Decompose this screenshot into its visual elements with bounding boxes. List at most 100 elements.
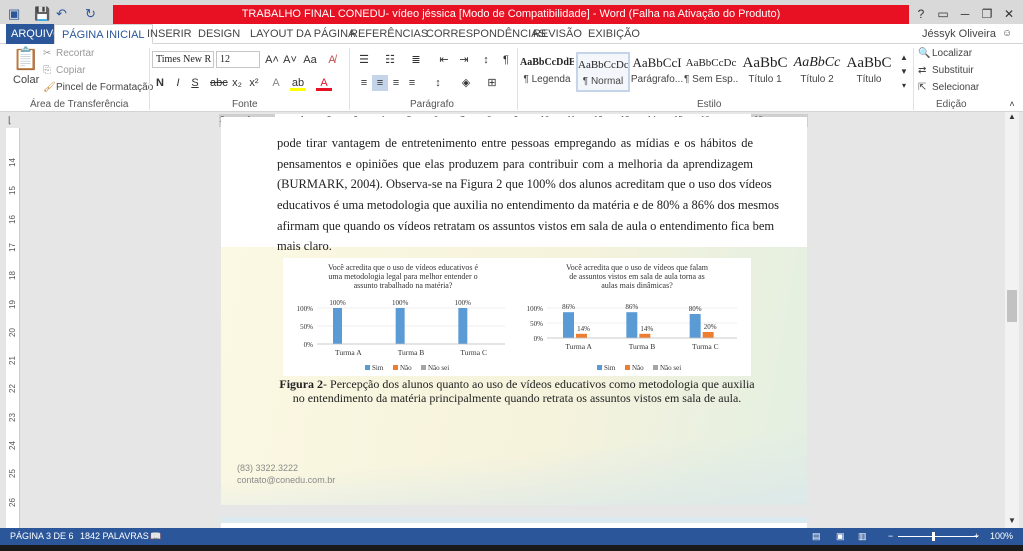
redo-icon[interactable]: ↻ <box>85 6 96 22</box>
format-painter-icon[interactable]: 🖌 <box>43 82 56 93</box>
highlight-icon[interactable]: ab <box>290 75 306 91</box>
figure-caption[interactable]: Figura 2- Percepção dos alunos quanto ao… <box>277 377 757 405</box>
align-center-icon[interactable]: ≡ <box>372 75 388 91</box>
tab-correspondencias[interactable]: CORRESPONDÊNCIAS <box>426 24 546 44</box>
bold-icon[interactable]: N <box>152 75 168 91</box>
shrink-font-icon[interactable]: A˅ <box>282 52 298 68</box>
ribbon-display-icon[interactable]: ▭ <box>932 5 954 23</box>
align-left-icon[interactable]: ≡ <box>356 75 372 91</box>
style-legenda[interactable]: AaBbCcDdE ¶ Legenda <box>520 52 574 92</box>
font-size-box[interactable]: 12 <box>216 51 260 68</box>
font-group-label: Fonte <box>232 99 258 110</box>
print-layout-icon[interactable]: ▣ <box>836 528 845 545</box>
subscript-icon[interactable]: x₂ <box>229 75 245 91</box>
zoom-in-icon[interactable]: + <box>974 528 979 545</box>
scrollbar-thumb[interactable] <box>1007 290 1017 322</box>
save-icon[interactable]: 💾 <box>34 6 50 22</box>
find-icon[interactable]: 🔍 <box>918 48 930 59</box>
sort-icon[interactable]: ↕ <box>478 52 494 68</box>
copy-icon[interactable]: ⎘ <box>43 65 51 76</box>
grow-font-icon[interactable]: A˄ <box>264 52 280 68</box>
underline-icon[interactable]: S <box>187 75 203 91</box>
figure-2-charts[interactable]: Você acredita que o uso de vídeos educat… <box>283 258 751 376</box>
tab-design[interactable]: DESIGN <box>198 24 240 44</box>
paste-button[interactable]: Colar <box>13 74 39 86</box>
zoom-out-icon[interactable]: − <box>888 528 893 545</box>
multilevel-list-icon[interactable]: ≣ <box>408 52 424 68</box>
borders-icon[interactable]: ⊞ <box>484 75 500 91</box>
tab-pagina-inicial[interactable]: PÁGINA INICIAL <box>54 24 153 44</box>
style-normal[interactable]: AaBbCcDc ¶ Normal <box>576 52 630 92</box>
style-preview: AaBbCcI <box>632 55 682 70</box>
page-footer: (83) 3322.3222 contato@conedu.com.br <box>237 462 335 486</box>
avatar-icon[interactable]: ☺ <box>1002 24 1012 44</box>
tab-layout[interactable]: LAYOUT DA PÁGINA <box>250 24 355 44</box>
body-paragraph[interactable]: pode tirar vantagem de entretenimento en… <box>277 133 779 257</box>
ruler-tick-label: 20 <box>7 327 17 337</box>
justify-icon[interactable]: ≡ <box>404 75 420 91</box>
y-tick-label: 100% <box>297 305 314 313</box>
text-effects-icon[interactable]: A <box>268 75 284 91</box>
styles-more-icon[interactable]: ▾ <box>896 78 912 94</box>
tab-exibicao[interactable]: EXIBIÇÃO <box>588 24 640 44</box>
shading-icon[interactable]: ◈ <box>458 75 474 91</box>
select-icon[interactable]: ⇱ <box>918 82 926 93</box>
font-name-box[interactable]: Times New R <box>152 51 214 68</box>
web-layout-icon[interactable]: ▥ <box>858 528 867 545</box>
cut-icon[interactable]: ✂ <box>43 48 51 59</box>
scroll-up-icon[interactable]: ▲ <box>1008 112 1016 121</box>
style-name: Título 1 <box>748 74 782 85</box>
maximize-icon[interactable]: ❐ <box>976 5 998 23</box>
vertical-scrollbar[interactable]: ▲ ▼ <box>1005 112 1019 528</box>
ruler-tick-label: 23 <box>7 412 17 422</box>
scroll-down-icon[interactable]: ▼ <box>1008 516 1016 525</box>
cut-button[interactable]: Recortar <box>56 48 94 59</box>
vertical-ruler[interactable]: 14 15 16 17 18 19 20 21 22 23 24 25 26 <box>6 128 20 528</box>
strikethrough-icon[interactable]: abc <box>210 75 228 91</box>
tab-revisao[interactable]: REVISÃO <box>533 24 582 44</box>
user-name[interactable]: Jéssyk Oliveira <box>922 24 996 44</box>
decrease-indent-icon[interactable]: ⇤ <box>436 52 452 68</box>
replace-button[interactable]: Substituir <box>932 65 974 76</box>
tab-selector-icon[interactable]: ⌊ <box>8 115 12 126</box>
style-sem-espacamento[interactable]: AaBbCcDc ¶ Sem Esp... <box>684 52 738 92</box>
ruler-tick-label: 26 <box>7 497 17 507</box>
style-paragrafo[interactable]: AaBbCcI Parágrafo... <box>630 52 684 92</box>
word-count[interactable]: 1842 PALAVRAS <box>80 528 149 545</box>
style-titulo[interactable]: AaBbC Título <box>842 52 896 92</box>
superscript-icon[interactable]: x² <box>246 75 262 91</box>
next-page[interactable] <box>221 517 807 528</box>
tab-referencias[interactable]: REFERÊNCIAS <box>350 24 428 44</box>
replace-icon[interactable]: ⇄ <box>918 65 926 76</box>
numbering-icon[interactable]: ☷ <box>382 52 398 68</box>
align-right-icon[interactable]: ≡ <box>388 75 404 91</box>
zoom-slider-handle[interactable] <box>932 532 935 541</box>
page-count[interactable]: PÁGINA 3 DE 6 <box>10 528 74 545</box>
proofing-icon[interactable]: 📖 <box>150 528 161 545</box>
zoom-level[interactable]: 100% <box>990 528 1013 545</box>
increase-indent-icon[interactable]: ⇥ <box>456 52 472 68</box>
minimize-icon[interactable]: ─ <box>954 5 976 23</box>
help-icon[interactable]: ? <box>910 5 932 23</box>
document-page[interactable]: pode tirar vantagem de entretenimento en… <box>221 117 807 505</box>
style-titulo-2[interactable]: AaBbCc Título 2 <box>790 52 844 92</box>
close-icon[interactable]: ✕ <box>998 5 1020 23</box>
read-mode-icon[interactable]: ▤ <box>812 528 821 545</box>
zoom-slider-track[interactable] <box>898 536 978 537</box>
font-color-icon[interactable]: A <box>316 75 332 91</box>
bullets-icon[interactable]: ☰ <box>356 52 372 68</box>
italic-icon[interactable]: I <box>170 75 186 91</box>
find-button[interactable]: Localizar <box>932 48 972 59</box>
line-spacing-icon[interactable]: ↕ <box>430 75 446 91</box>
format-painter-button[interactable]: Pincel de Formatação <box>56 82 153 93</box>
collapse-ribbon-icon[interactable]: ˄ <box>1004 96 1020 112</box>
show-marks-icon[interactable]: ¶ <box>498 52 514 68</box>
select-button[interactable]: Selecionar <box>932 82 979 93</box>
tab-inserir[interactable]: INSERIR <box>147 24 192 44</box>
style-titulo-1[interactable]: AaBbC Título 1 <box>738 52 792 92</box>
change-case-icon[interactable]: Aa <box>302 52 318 68</box>
undo-icon[interactable]: ↶ <box>56 6 67 22</box>
paste-icon[interactable]: 📋 <box>12 46 39 72</box>
clear-format-icon[interactable]: A̸ <box>324 52 340 68</box>
copy-button[interactable]: Copiar <box>56 65 85 76</box>
